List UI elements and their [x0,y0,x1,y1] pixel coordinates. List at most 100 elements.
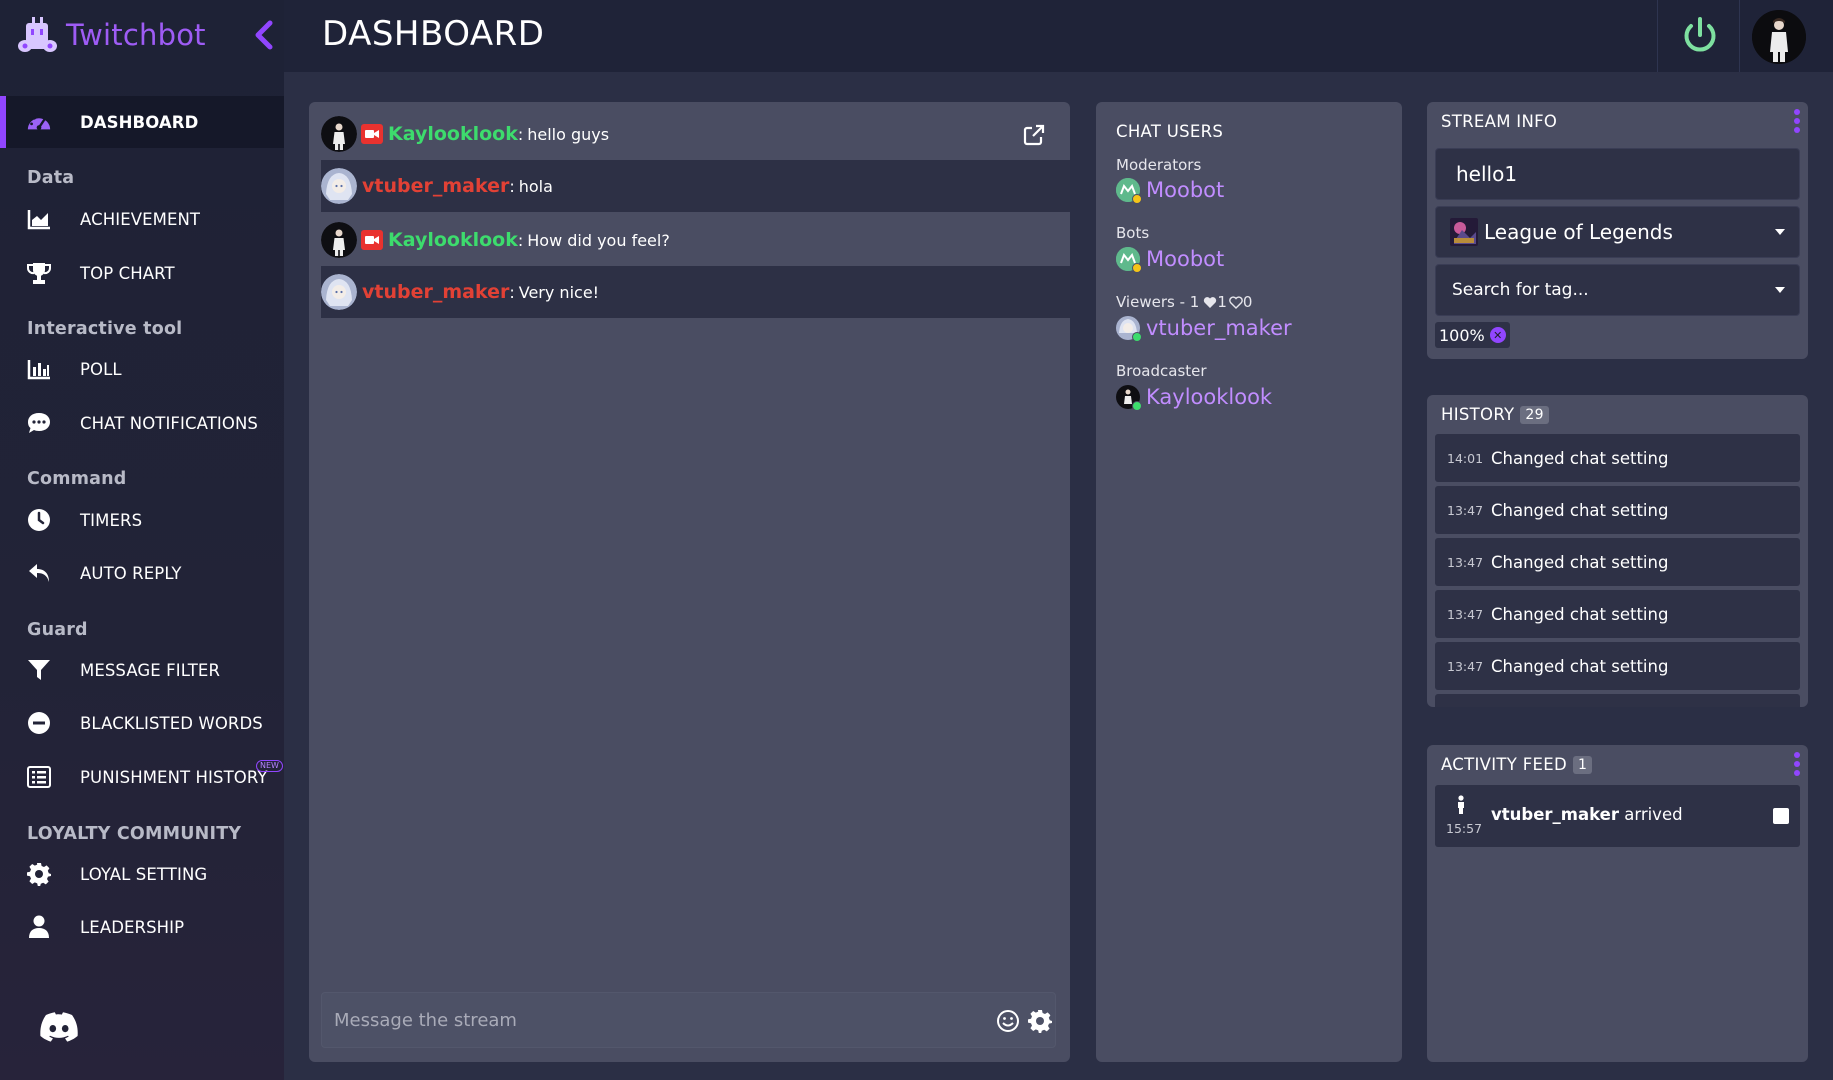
user-name[interactable]: vtuber_maker [1146,316,1292,340]
activity-count-badge: 1 [1572,756,1593,774]
stream-title-field [1435,148,1800,200]
gear-icon [26,861,52,887]
category-select[interactable]: League of Legends [1435,206,1800,258]
brand[interactable]: Twitchbot [14,12,206,58]
history-time: 13:47 [1447,658,1484,674]
section-label-command: Command [27,469,127,489]
user-icon [26,914,52,940]
chat-colon: : [517,124,524,144]
popout-chat-button[interactable] [1023,124,1045,146]
dropdown-caret-icon [1775,287,1785,293]
sidebar-item-top-chart[interactable]: TOP CHART [0,247,284,299]
activity-user[interactable]: vtuber_maker [1491,805,1619,824]
section-label-loyalty: LOYALTY COMMUNITY [27,824,242,844]
sidebar-item-label: AUTO REPLY [80,563,182,583]
video-camera-icon [365,236,379,244]
sidebar-item-label: LEADERSHIP [80,917,185,937]
sidebar-item-dashboard[interactable]: DASHBOARD [0,96,284,148]
chat-text: How did you feel? [527,230,670,250]
chat-message: Kaylooklook : hello guys [321,108,1070,160]
chat-avatar[interactable] [321,168,357,204]
tag-search-select[interactable]: Search for tag... [1435,264,1800,316]
sidebar-item-label: CHAT NOTIFICATIONS [80,413,258,433]
discord-button[interactable] [40,1012,78,1044]
chat-users-panel: CHAT USERS Moderators Moobot Bots Moobot… [1096,102,1402,1062]
sidebar-item-poll[interactable]: POLL [0,343,284,395]
user-avatar[interactable] [1752,10,1806,64]
tag-chip[interactable]: 100% ✕ [1435,322,1510,348]
history-time: 14:01 [1447,450,1484,466]
collapse-sidebar-button[interactable] [248,18,280,52]
history-row[interactable]: 13:47 Changed chat setting [1435,642,1800,690]
chat-avatar[interactable] [321,116,357,152]
history-count-badge: 29 [1520,406,1549,424]
chat-users-title: CHAT USERS [1116,122,1224,141]
sidebar-item-label: MESSAGE FILTER [80,660,221,680]
status-dot [1132,263,1142,273]
person-icon [1458,795,1464,814]
history-time: 13:47 [1447,502,1484,518]
chat-settings-button[interactable] [1028,1009,1052,1033]
video-camera-icon [365,130,379,138]
history-desc: Changed chat setting [1491,604,1669,624]
sidebar-item-label: TIMERS [80,510,143,530]
heart-filled-icon [1204,296,1217,308]
user-name[interactable]: Moobot [1146,247,1224,271]
chat-username[interactable]: Kaylooklook [388,229,518,251]
chat-colon: : [517,230,524,250]
brand-name: Twitchbot [66,18,206,52]
history-row[interactable]: 13:47 Changed chat setting [1435,590,1800,638]
power-button[interactable] [1676,12,1724,60]
activity-menu-button[interactable] [1793,751,1801,777]
user-name[interactable]: Moobot [1146,178,1224,202]
activity-label: ACTIVITY FEED [1441,755,1567,774]
sidebar-item-label: ACHIEVEMENT [80,209,201,229]
game-cover-icon [1450,218,1478,246]
dropdown-caret-icon [1775,229,1785,235]
chat-message-input[interactable] [334,1001,954,1039]
activity-item: 15:57 vtuber_maker arrived [1435,785,1800,847]
sidebar-item-leadership[interactable]: LEADERSHIP [0,901,284,953]
stream-info-menu-button[interactable] [1793,108,1801,134]
activity-dismiss-checkbox[interactable] [1773,808,1789,824]
sidebar-item-blacklisted-words[interactable]: BLACKLISTED WORDS [0,697,284,749]
section-label-guard: Guard [27,620,88,640]
history-row[interactable]: 14:01 Changed chat setting [1435,434,1800,482]
broadcaster-avatar-icon [1116,385,1142,411]
activity-action: arrived [1618,805,1683,824]
chat-avatar[interactable] [321,274,357,310]
emoji-button[interactable] [996,1009,1020,1033]
user-entry: Kaylooklook [1116,385,1272,411]
history-row[interactable]: 13:47 Changed chat setting [1435,538,1800,586]
sidebar-item-auto-reply[interactable]: AUTO REPLY [0,547,284,599]
chat-username[interactable]: vtuber_maker [362,281,509,303]
sidebar: Twitchbot DASHBOARD Data ACHIEVEMENT TOP… [0,0,284,1080]
chat-username[interactable]: vtuber_maker [362,175,509,197]
external-link-icon [1023,124,1045,146]
discord-icon [40,1012,78,1042]
stream-title-input[interactable] [1456,149,1786,199]
sidebar-item-loyal-setting[interactable]: LOYAL SETTING [0,848,284,900]
remove-tag-icon[interactable]: ✕ [1489,327,1506,343]
section-label-interactive: Interactive tool [27,319,183,339]
sidebar-item-chat-notifications[interactable]: CHAT NOTIFICATIONS [0,397,284,449]
page-title: DASHBOARD [322,14,545,54]
user-name[interactable]: Kaylooklook [1146,385,1272,409]
sidebar-item-message-filter[interactable]: MESSAGE FILTER [0,644,284,696]
category-value: League of Legends [1484,220,1673,244]
tag-chip-label: 100% [1439,325,1485,345]
chat-text: hello guys [527,124,610,144]
history-row[interactable]: 13:47 Changed chat setting [1435,486,1800,534]
history-desc: Changed chat setting [1491,500,1669,520]
sidebar-item-punishment-history[interactable]: PUNISHMENT HISTORY NEW [0,751,284,803]
sidebar-item-timers[interactable]: TIMERS [0,494,284,546]
chat-avatar[interactable] [321,222,357,258]
power-icon [1684,17,1716,52]
chat-username[interactable]: Kaylooklook [388,123,518,145]
tag-search-placeholder: Search for tag... [1452,280,1589,300]
chat-message: Kaylooklook : How did you feel? [321,214,1070,266]
history-title: HISTORY 29 [1441,405,1549,424]
chat-text: Very nice! [518,282,600,302]
sidebar-item-achievement[interactable]: ACHIEVEMENT [0,193,284,245]
section-label-data: Data [27,168,75,188]
